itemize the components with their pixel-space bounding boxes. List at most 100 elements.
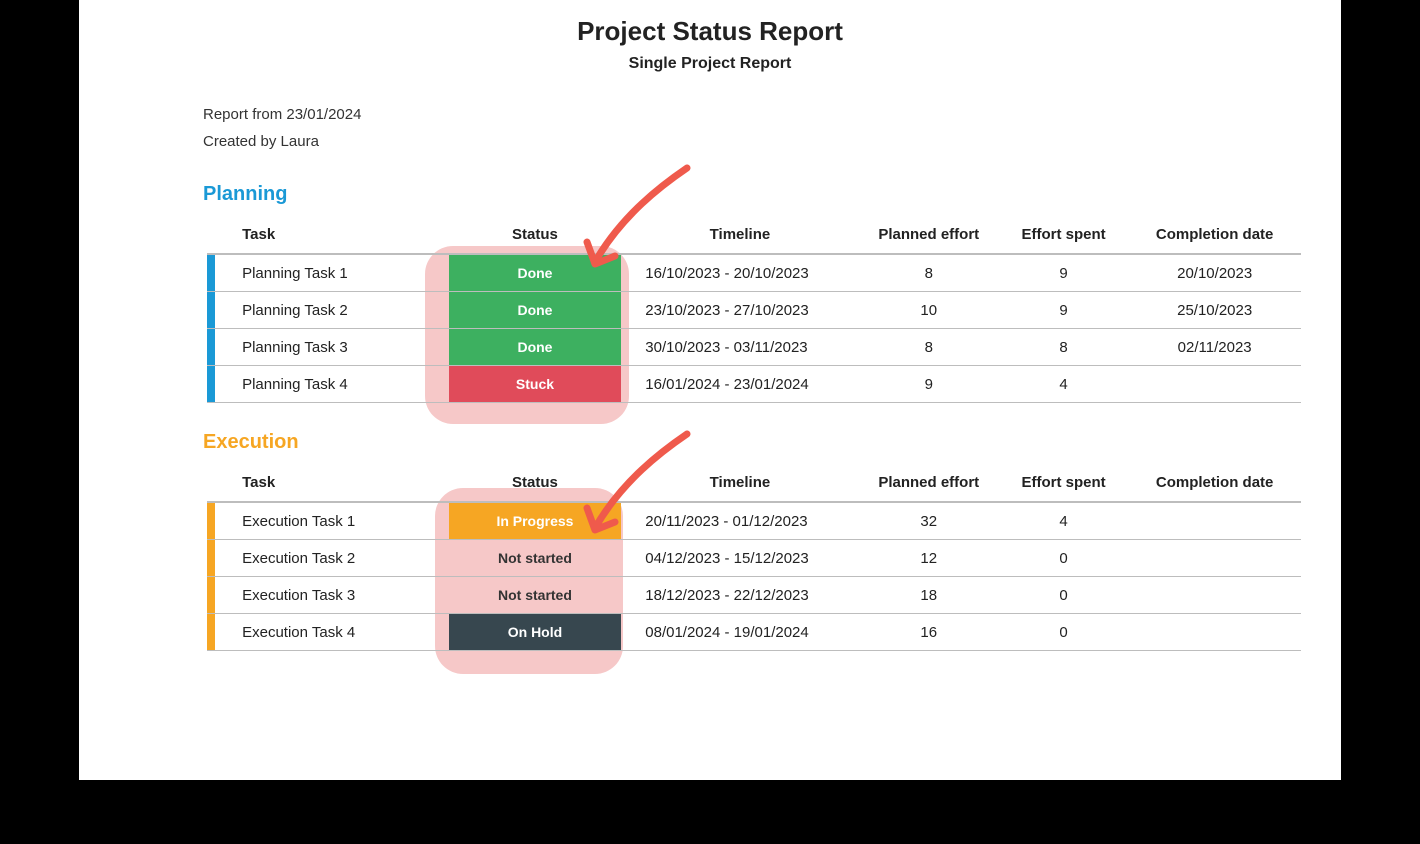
col-status: Status xyxy=(449,216,622,254)
timeline-cell: 08/01/2024 - 19/01/2024 xyxy=(621,614,858,651)
row-marker xyxy=(207,614,222,651)
status-badge: Done xyxy=(449,329,622,365)
effort-spent-cell: 8 xyxy=(999,329,1128,366)
row-marker xyxy=(207,254,222,292)
task-cell: Execution Task 3 xyxy=(222,577,449,614)
report-from-label: Report from xyxy=(203,106,282,123)
col-completion: Completion date xyxy=(1128,216,1301,254)
row-marker xyxy=(207,292,222,329)
planned-effort-cell: 8 xyxy=(859,329,999,366)
section-heading-execution: Execution xyxy=(203,431,1341,454)
completion-date-cell: 02/11/2023 xyxy=(1128,329,1301,366)
table-row: Execution Task 2Not started04/12/2023 - … xyxy=(207,540,1301,577)
planned-effort-cell: 32 xyxy=(859,502,999,540)
col-marker xyxy=(207,216,222,254)
col-planned: Planned effort xyxy=(859,464,999,502)
table-row: Planning Task 1Done16/10/2023 - 20/10/20… xyxy=(207,254,1301,292)
table-row: Planning Task 2Done23/10/2023 - 27/10/20… xyxy=(207,292,1301,329)
status-badge: Stuck xyxy=(449,366,622,402)
execution-tbody: Execution Task 1In Progress20/11/2023 - … xyxy=(207,502,1301,651)
col-completion: Completion date xyxy=(1128,464,1301,502)
completion-date-cell: 20/10/2023 xyxy=(1128,254,1301,292)
status-cell: On Hold xyxy=(449,614,622,651)
completion-date-cell xyxy=(1128,614,1301,651)
row-marker xyxy=(207,540,222,577)
task-cell: Planning Task 1 xyxy=(222,254,449,292)
report-date: 23/01/2024 xyxy=(286,106,361,123)
execution-table: Task Status Timeline Planned effort Effo… xyxy=(207,464,1301,651)
status-badge: On Hold xyxy=(449,614,622,650)
planned-effort-cell: 8 xyxy=(859,254,999,292)
report-meta: Report from 23/01/2024 Created by Laura xyxy=(203,101,1341,155)
status-badge: In Progress xyxy=(449,503,622,539)
col-task: Task xyxy=(222,464,449,502)
col-task: Task xyxy=(222,216,449,254)
planning-tbody: Planning Task 1Done16/10/2023 - 20/10/20… xyxy=(207,254,1301,403)
effort-spent-cell: 9 xyxy=(999,292,1128,329)
col-spent: Effort spent xyxy=(999,464,1128,502)
completion-date-cell xyxy=(1128,366,1301,403)
timeline-cell: 20/11/2023 - 01/12/2023 xyxy=(621,502,858,540)
effort-spent-cell: 0 xyxy=(999,614,1128,651)
timeline-cell: 16/01/2024 - 23/01/2024 xyxy=(621,366,858,403)
created-by-label: Created by xyxy=(203,133,276,150)
status-cell: Stuck xyxy=(449,366,622,403)
table-row: Planning Task 3Done30/10/2023 - 03/11/20… xyxy=(207,329,1301,366)
completion-date-cell xyxy=(1128,540,1301,577)
timeline-cell: 18/12/2023 - 22/12/2023 xyxy=(621,577,858,614)
effort-spent-cell: 4 xyxy=(999,502,1128,540)
effort-spent-cell: 0 xyxy=(999,577,1128,614)
page-subtitle: Single Project Report xyxy=(79,55,1341,73)
status-cell: Not started xyxy=(449,577,622,614)
task-cell: Execution Task 4 xyxy=(222,614,449,651)
planning-table: Task Status Timeline Planned effort Effo… xyxy=(207,216,1301,403)
col-timeline: Timeline xyxy=(621,216,858,254)
task-cell: Planning Task 3 xyxy=(222,329,449,366)
col-status: Status xyxy=(449,464,622,502)
planned-effort-cell: 9 xyxy=(859,366,999,403)
completion-date-cell xyxy=(1128,577,1301,614)
status-badge: Not started xyxy=(449,540,622,576)
row-marker xyxy=(207,366,222,403)
timeline-cell: 16/10/2023 - 20/10/2023 xyxy=(621,254,858,292)
table-row: Execution Task 4On Hold08/01/2024 - 19/0… xyxy=(207,614,1301,651)
page: Project Status Report Single Project Rep… xyxy=(79,0,1341,780)
status-cell: Not started xyxy=(449,540,622,577)
table-row: Execution Task 1In Progress20/11/2023 - … xyxy=(207,502,1301,540)
page-title: Project Status Report xyxy=(79,16,1341,47)
planned-effort-cell: 10 xyxy=(859,292,999,329)
status-cell: Done xyxy=(449,254,622,292)
table-row: Execution Task 3Not started18/12/2023 - … xyxy=(207,577,1301,614)
row-marker xyxy=(207,329,222,366)
effort-spent-cell: 4 xyxy=(999,366,1128,403)
status-cell: Done xyxy=(449,329,622,366)
task-cell: Planning Task 2 xyxy=(222,292,449,329)
planned-effort-cell: 18 xyxy=(859,577,999,614)
task-cell: Planning Task 4 xyxy=(222,366,449,403)
section-heading-planning: Planning xyxy=(203,183,1341,206)
table-header-row: Task Status Timeline Planned effort Effo… xyxy=(207,216,1301,254)
table-header-row: Task Status Timeline Planned effort Effo… xyxy=(207,464,1301,502)
row-marker xyxy=(207,502,222,540)
effort-spent-cell: 0 xyxy=(999,540,1128,577)
col-marker xyxy=(207,464,222,502)
status-badge: Done xyxy=(449,292,622,328)
completion-date-cell: 25/10/2023 xyxy=(1128,292,1301,329)
execution-table-wrap: Task Status Timeline Planned effort Effo… xyxy=(207,464,1301,651)
planned-effort-cell: 16 xyxy=(859,614,999,651)
created-by-line: Created by Laura xyxy=(203,128,1341,155)
task-cell: Execution Task 2 xyxy=(222,540,449,577)
row-marker xyxy=(207,577,222,614)
col-timeline: Timeline xyxy=(621,464,858,502)
status-badge: Not started xyxy=(449,577,622,613)
created-by-value: Laura xyxy=(281,133,319,150)
timeline-cell: 23/10/2023 - 27/10/2023 xyxy=(621,292,858,329)
report-content: Project Status Report Single Project Rep… xyxy=(79,0,1341,651)
timeline-cell: 04/12/2023 - 15/12/2023 xyxy=(621,540,858,577)
planning-table-wrap: Task Status Timeline Planned effort Effo… xyxy=(207,216,1301,403)
planned-effort-cell: 12 xyxy=(859,540,999,577)
effort-spent-cell: 9 xyxy=(999,254,1128,292)
col-spent: Effort spent xyxy=(999,216,1128,254)
task-cell: Execution Task 1 xyxy=(222,502,449,540)
table-row: Planning Task 4Stuck16/01/2024 - 23/01/2… xyxy=(207,366,1301,403)
